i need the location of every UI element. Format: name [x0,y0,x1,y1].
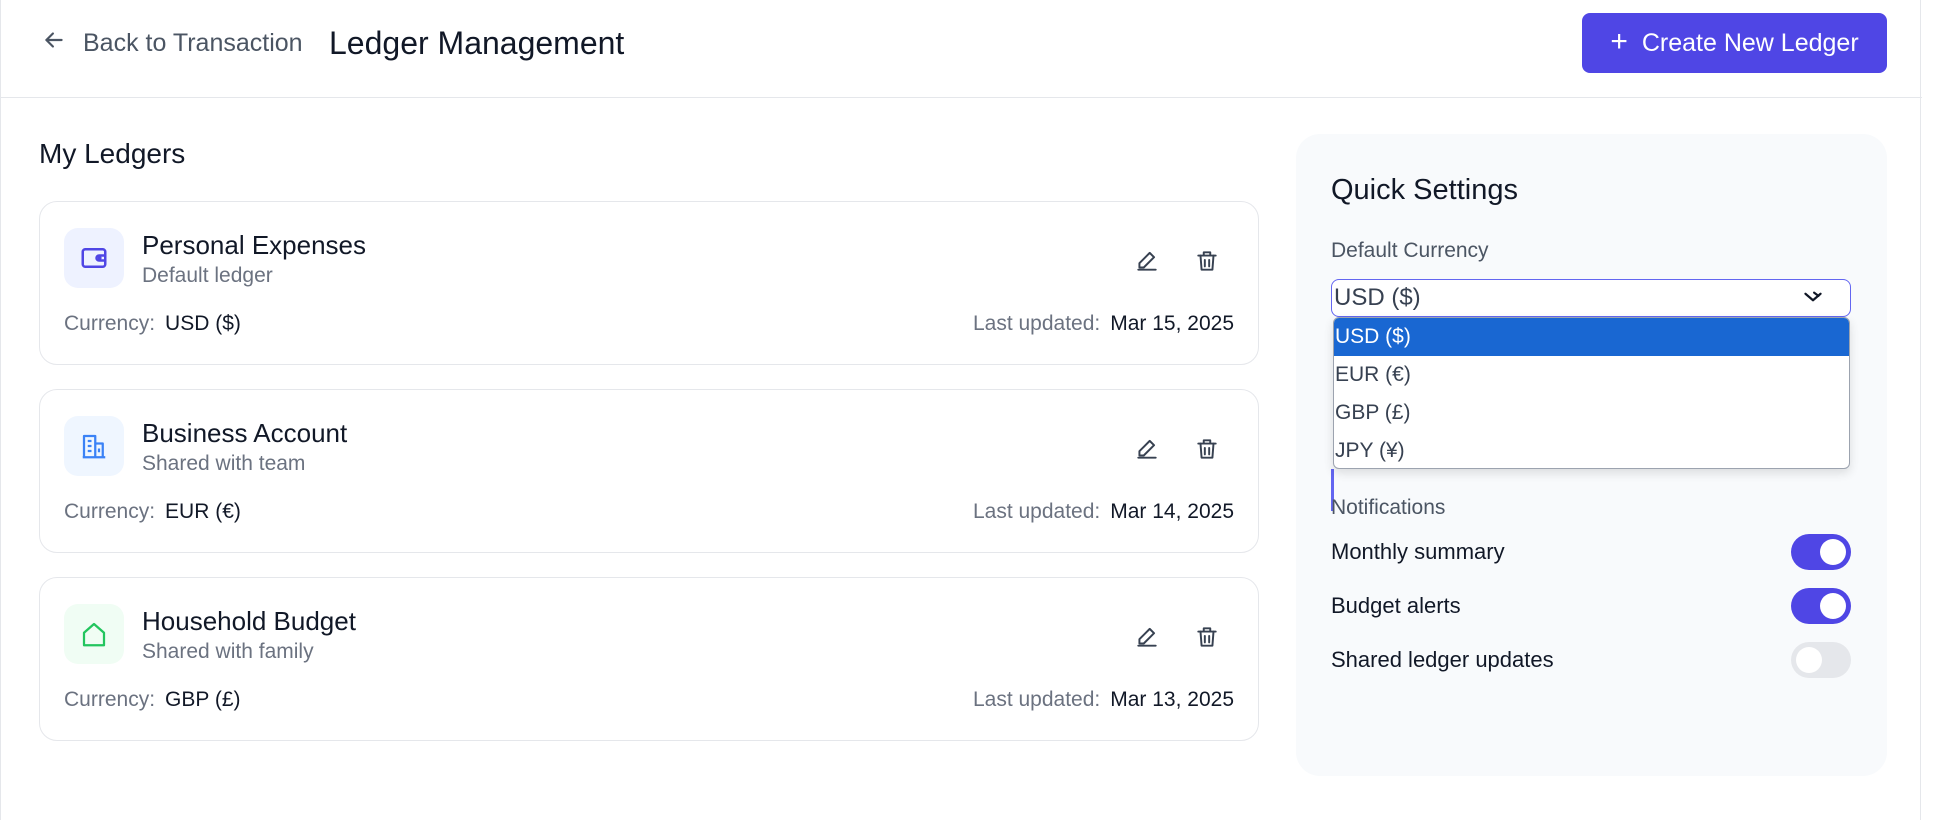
updated-label: Last updated: [972,688,1101,711]
ledger-card[interactable]: Business Account Shared with team Curren… [39,389,1259,553]
ledger-last-updated: Last updated: Mar 13, 2025 [973,688,1234,712]
edit-icon[interactable] [1132,622,1162,652]
ledger-name: Business Account [142,418,348,448]
home-icon [64,604,124,664]
app-frame: Back to Transaction Ledger Management + … [0,0,1922,820]
ledger-actions [1132,246,1222,276]
notification-row-shared-ledger-updates: Shared ledger updates [1331,642,1851,678]
ledger-currency: Currency: USD ($) [64,312,241,336]
updated-value: Mar 13, 2025 [1110,688,1234,711]
currency-option[interactable]: USD ($) [1334,318,1849,356]
arrow-left-icon [41,27,67,60]
quick-settings-title: Quick Settings [1331,174,1518,206]
ledger-subtitle: Default ledger [142,264,273,287]
monthly-summary-toggle[interactable] [1791,534,1851,570]
wallet-icon [64,228,124,288]
currency-label: Currency: [64,688,156,711]
currency-label: Currency: [64,500,156,523]
currency-option[interactable]: GBP (£) [1334,394,1849,432]
budget-alerts-toggle[interactable] [1791,588,1851,624]
page-title: Ledger Management [329,25,625,61]
currency-label: Currency: [64,312,156,335]
create-new-ledger-button[interactable]: + Create New Ledger [1582,13,1887,73]
default-currency-label: Default Currency [1331,239,1489,262]
notification-label: Budget alerts [1331,593,1461,618]
my-ledgers-title: My Ledgers [39,138,186,169]
back-link-label: Back to Transaction [83,28,303,57]
ledger-card[interactable]: Household Budget Shared with family Curr… [39,577,1259,741]
ledger-subtitle: Shared with team [142,452,306,475]
trash-icon[interactable] [1192,246,1222,276]
shared-ledger-updates-toggle[interactable] [1791,642,1851,678]
header: Back to Transaction Ledger Management + … [1,0,1922,98]
notifications-label: Notifications [1331,496,1446,519]
currency-select-value: USD ($) [1334,284,1421,311]
currency-dropdown: USD ($) EUR (€) GBP (£) JPY (¥) [1333,317,1850,469]
ledger-name: Personal Expenses [142,230,367,260]
ledger-currency: Currency: GBP (£) [64,688,241,712]
updated-label: Last updated: [972,312,1101,335]
default-currency-select[interactable]: USD ($) [1331,279,1851,317]
notification-row-monthly-summary: Monthly summary [1331,534,1851,570]
notification-label: Shared ledger updates [1331,647,1554,672]
trash-icon[interactable] [1192,434,1222,464]
chevron-down-icon [1804,291,1822,302]
back-to-transaction-link[interactable]: Back to Transaction [41,25,303,61]
plus-icon: + [1610,24,1628,58]
updated-label: Last updated: [972,500,1101,523]
ledger-last-updated: Last updated: Mar 14, 2025 [973,500,1234,524]
edit-icon[interactable] [1132,246,1162,276]
ledger-card[interactable]: Personal Expenses Default ledger Currenc… [39,201,1259,365]
ledger-last-updated: Last updated: Mar 15, 2025 [973,312,1234,336]
ledger-actions [1132,622,1222,652]
edit-icon[interactable] [1132,434,1162,464]
currency-option[interactable]: JPY (¥) [1334,432,1849,468]
create-button-label: Create New Ledger [1641,28,1859,57]
notification-label: Monthly summary [1331,539,1505,564]
ledger-subtitle: Shared with family [142,640,314,663]
updated-value: Mar 14, 2025 [1110,500,1234,523]
notification-row-budget-alerts: Budget alerts [1331,588,1851,624]
currency-value: USD ($) [165,312,241,335]
toggle-knob [1820,539,1846,565]
toggle-knob [1820,593,1846,619]
currency-value: GBP (£) [165,688,241,711]
currency-option[interactable]: EUR (€) [1334,356,1849,394]
currency-value: EUR (€) [165,500,241,523]
ledger-name: Household Budget [142,606,356,636]
ledger-currency: Currency: EUR (€) [64,500,241,524]
building-icon [64,416,124,476]
quick-settings-panel: Quick Settings Default Currency USD ($) … [1296,134,1887,776]
updated-value: Mar 15, 2025 [1110,312,1234,335]
trash-icon[interactable] [1192,622,1222,652]
ledger-actions [1132,434,1222,464]
toggle-knob [1796,647,1822,673]
